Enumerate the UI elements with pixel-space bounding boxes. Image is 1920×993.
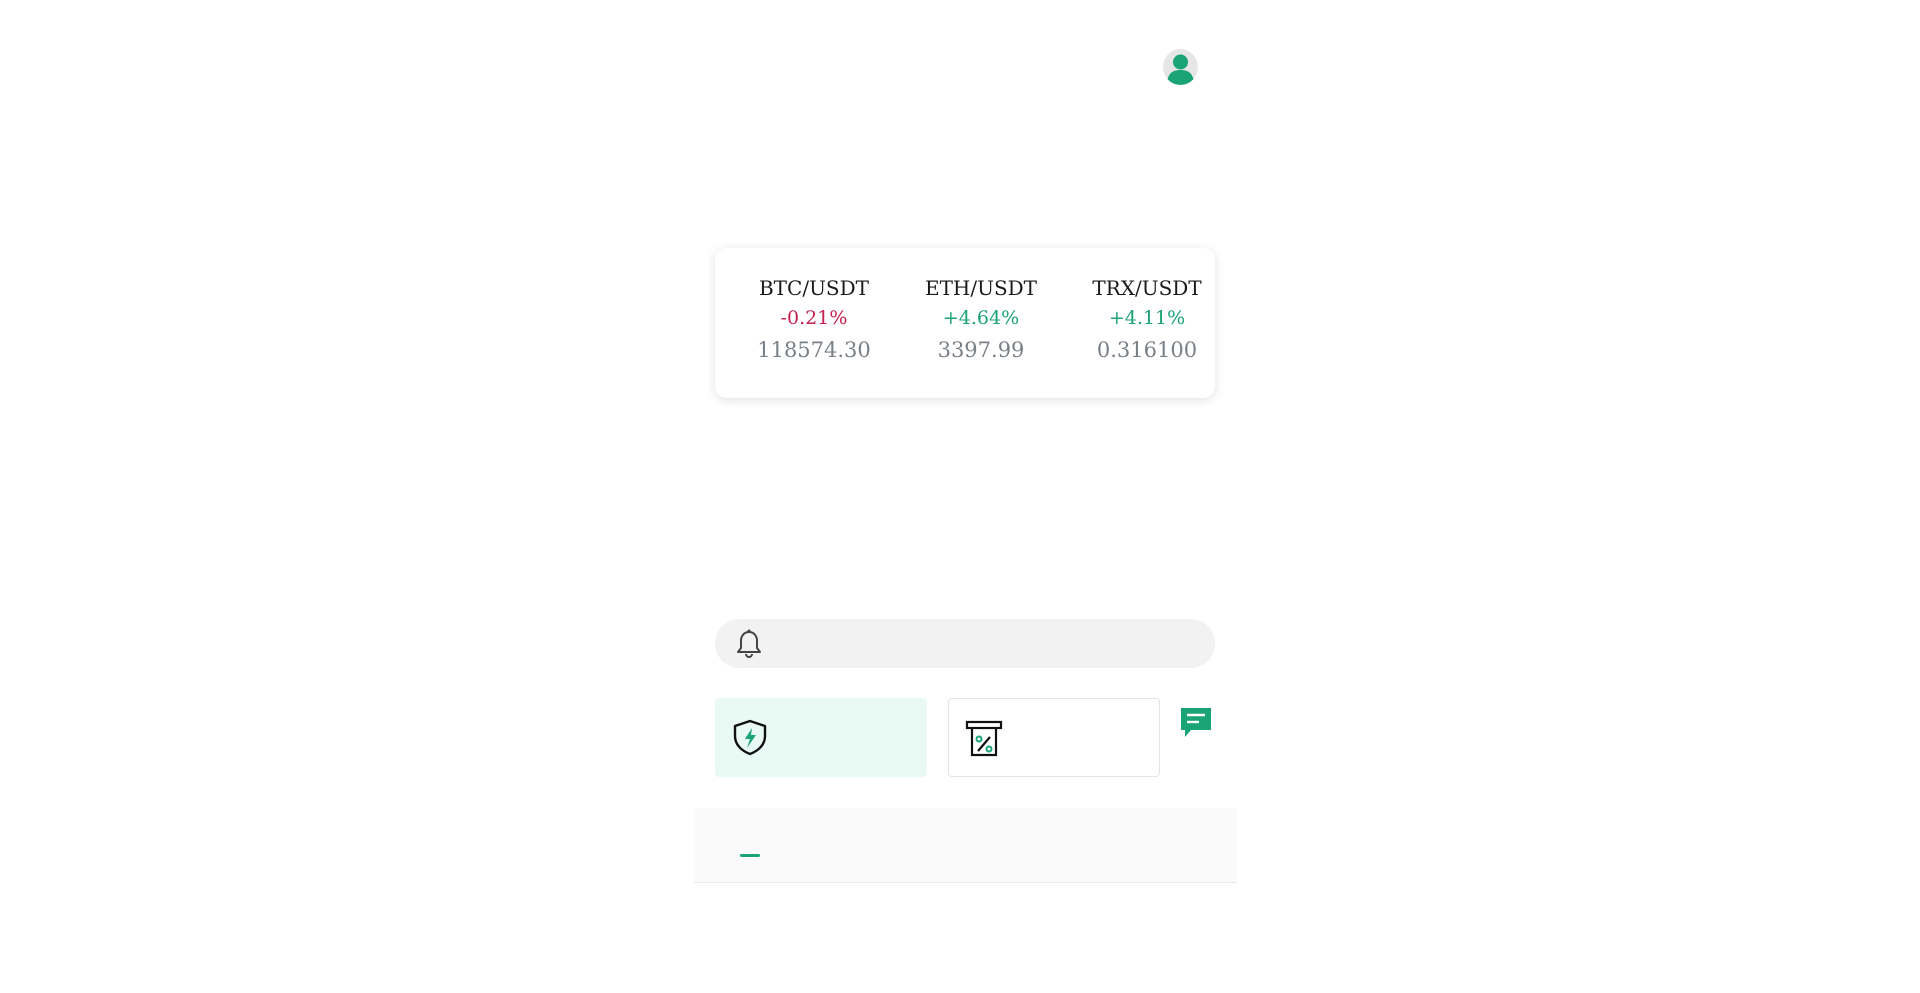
content-tabs (694, 808, 1237, 883)
active-tab-indicator (740, 854, 760, 857)
home-screen: BTC/USDT -0.21% 118574.30 ETH/USDT +4.64… (0, 0, 1920, 993)
ticker-price: 118574.30 (757, 338, 871, 362)
chat-icon (1179, 708, 1213, 744)
ticker-change: +4.11% (1108, 307, 1186, 329)
ticker-eth[interactable]: ETH/USDT +4.64% 3397.99 (901, 274, 1061, 366)
ticker-btc[interactable]: BTC/USDT -0.21% 118574.30 (734, 274, 894, 366)
ticker-pair: TRX/USDT (1092, 276, 1202, 300)
ticker-change: -0.21% (780, 307, 848, 329)
ticker-trx[interactable]: TRX/USDT +4.11% 0.316100 (1067, 274, 1227, 366)
bell-icon (733, 628, 765, 664)
feature-card-secondary[interactable] (948, 698, 1160, 777)
market-ticker-card: BTC/USDT -0.21% 118574.30 ETH/USDT +4.64… (715, 248, 1215, 398)
shield-lightning-icon (731, 718, 769, 760)
ticker-change: +4.64% (942, 307, 1020, 329)
user-avatar-icon[interactable] (1163, 49, 1198, 85)
chat-button[interactable] (1172, 706, 1220, 748)
ticker-pair: BTC/USDT (758, 276, 869, 300)
ticker-pair: ETH/USDT (924, 276, 1038, 300)
notice-bar[interactable] (715, 619, 1215, 668)
percent-receipt-icon (965, 719, 1003, 761)
ticker-price: 0.316100 (1096, 338, 1198, 362)
feature-card-primary[interactable] (715, 698, 927, 777)
ticker-price: 3397.99 (937, 338, 1025, 362)
